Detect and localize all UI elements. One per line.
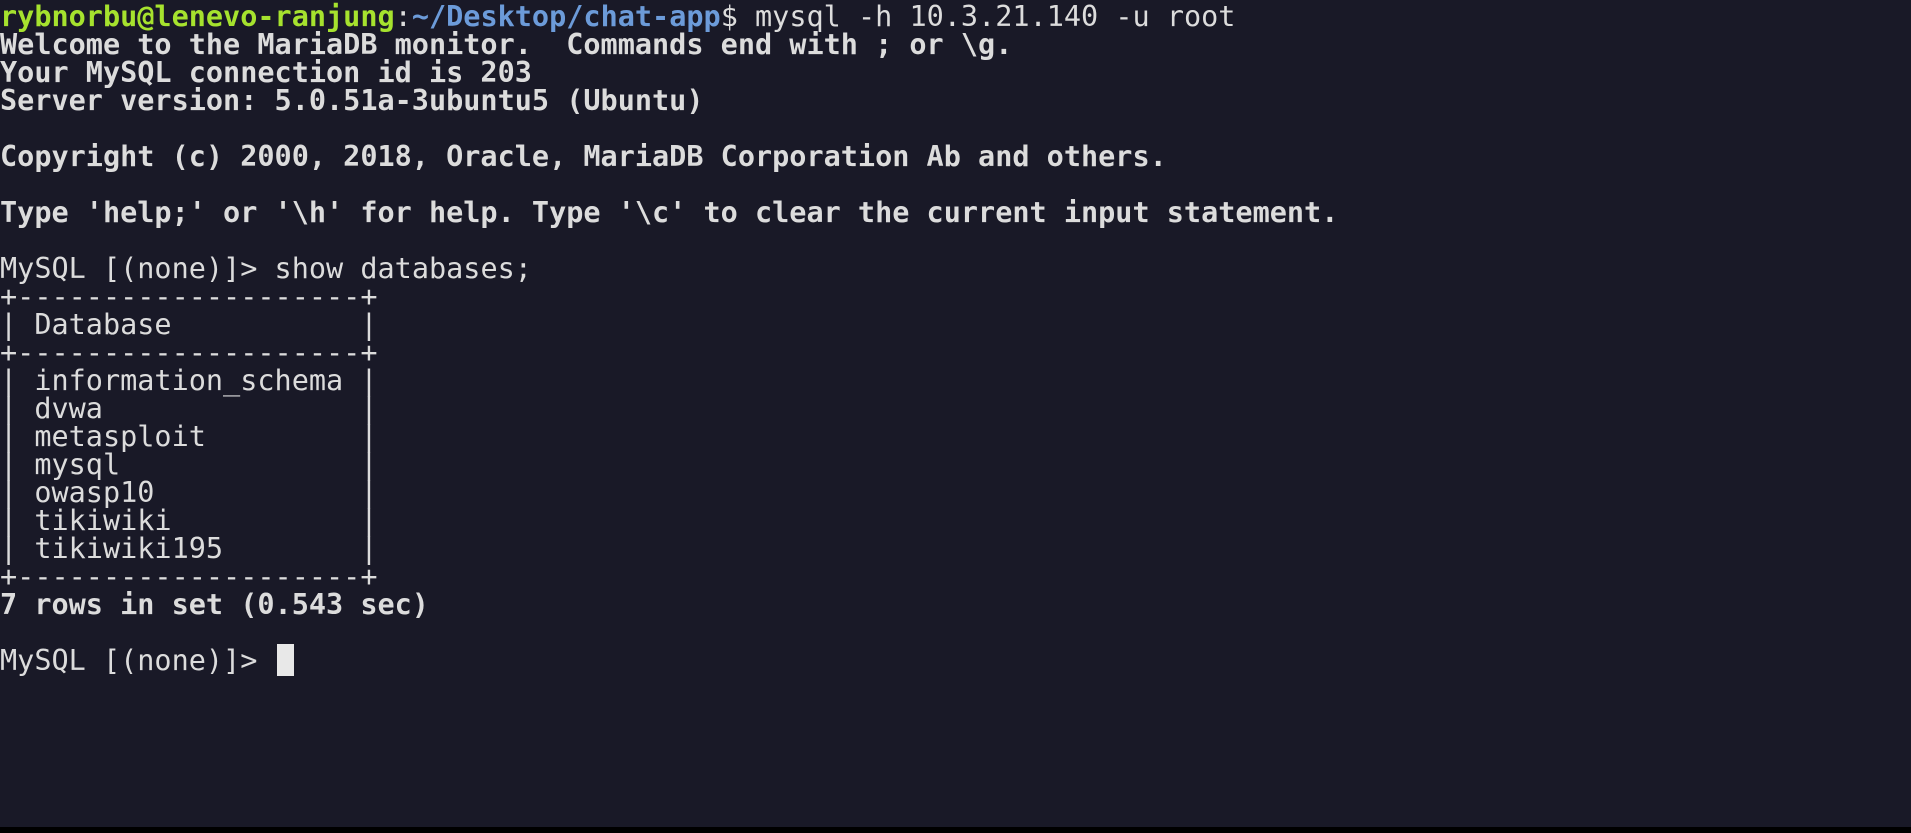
final-mysql-prompt: MySQL [(none)]> xyxy=(0,644,275,677)
help-line: Type 'help;' or '\h' for help. Type '\c'… xyxy=(0,196,1339,229)
result-summary: 7 rows in set (0.543 sec) xyxy=(0,588,429,621)
window-bottom-edge xyxy=(0,827,1911,833)
terminal-window[interactable]: rybnorbu@lenevo-ranjung:~/Desktop/chat-a… xyxy=(0,0,1911,833)
server-version-line: Server version: 5.0.51a-3ubuntu5 (Ubuntu… xyxy=(0,84,704,117)
copyright-line: Copyright (c) 2000, 2018, Oracle, MariaD… xyxy=(0,140,1167,173)
input-line[interactable]: MySQL [(none)]> xyxy=(0,644,294,678)
text-cursor[interactable] xyxy=(276,644,294,676)
